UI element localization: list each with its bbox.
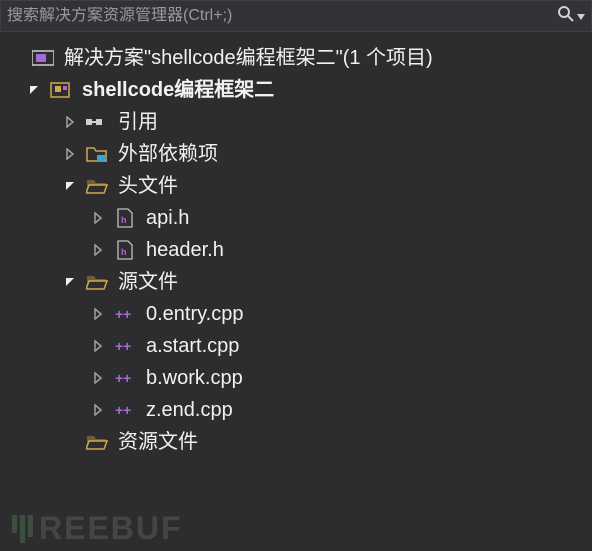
chevron-down-icon — [577, 7, 585, 25]
file-label: b.work.cpp — [146, 363, 243, 393]
headers-folder-node[interactable]: 头文件 — [4, 170, 588, 202]
expand-arrow-closed-icon[interactable] — [60, 112, 80, 132]
solution-node[interactable]: 解决方案"shellcode编程框架二"(1 个项目) — [4, 42, 588, 74]
references-node[interactable]: 引用 — [4, 106, 588, 138]
svg-text:++: ++ — [115, 402, 131, 418]
h-file-icon: h — [114, 239, 136, 261]
file-label: header.h — [146, 235, 224, 265]
file-label: z.end.cpp — [146, 395, 233, 425]
external-deps-label: 外部依赖项 — [118, 139, 218, 169]
folder-open-icon — [86, 175, 108, 197]
watermark-text: REEBUF — [39, 510, 183, 547]
search-button[interactable] — [557, 2, 585, 30]
resources-folder-node[interactable]: 资源文件 — [4, 426, 588, 458]
file-label: api.h — [146, 203, 189, 233]
project-node[interactable]: shellcode编程框架二 — [4, 74, 588, 106]
file-api-h[interactable]: h api.h — [4, 202, 588, 234]
file-header-h[interactable]: h header.h — [4, 234, 588, 266]
expand-arrow-closed-icon[interactable] — [88, 336, 108, 356]
svg-text:h: h — [121, 247, 127, 257]
external-deps-node[interactable]: 外部依赖项 — [4, 138, 588, 170]
cpp-file-icon: ++ — [114, 303, 136, 325]
svg-text:h: h — [121, 215, 127, 225]
file-label: 0.entry.cpp — [146, 299, 243, 329]
file-entry-cpp[interactable]: ++ 0.entry.cpp — [4, 298, 588, 330]
cpp-file-icon: ++ — [114, 335, 136, 357]
resources-folder-label: 资源文件 — [118, 427, 198, 457]
expand-arrow-closed-icon[interactable] — [88, 304, 108, 324]
svg-text:++: ++ — [115, 338, 131, 354]
folder-open-icon — [86, 431, 108, 453]
search-icon — [557, 5, 575, 28]
expand-arrow-closed-icon[interactable] — [88, 208, 108, 228]
sources-folder-label: 源文件 — [118, 267, 178, 297]
expand-arrow-closed-icon[interactable] — [60, 144, 80, 164]
references-icon — [86, 111, 108, 133]
svg-text:++: ++ — [115, 306, 131, 322]
headers-folder-label: 头文件 — [118, 171, 178, 201]
search-bar — [0, 0, 592, 32]
file-start-cpp[interactable]: ++ a.start.cpp — [4, 330, 588, 362]
h-file-icon: h — [114, 207, 136, 229]
solution-label: 解决方案"shellcode编程框架二"(1 个项目) — [64, 43, 433, 73]
expand-arrow-open-icon[interactable] — [24, 80, 44, 100]
svg-text:++: ++ — [115, 370, 131, 386]
project-icon — [50, 79, 72, 101]
solution-explorer-tree: 解决方案"shellcode编程框架二"(1 个项目) shellcode编程框… — [0, 32, 592, 468]
expand-arrow-open-icon[interactable] — [60, 176, 80, 196]
folder-external-icon — [86, 143, 108, 165]
file-label: a.start.cpp — [146, 331, 239, 361]
watermark-icon — [12, 515, 33, 543]
expand-arrow-open-icon[interactable] — [60, 272, 80, 292]
search-input[interactable] — [7, 7, 557, 25]
references-label: 引用 — [118, 107, 158, 137]
file-work-cpp[interactable]: ++ b.work.cpp — [4, 362, 588, 394]
cpp-file-icon: ++ — [114, 399, 136, 421]
sources-folder-node[interactable]: 源文件 — [4, 266, 588, 298]
expand-arrow-closed-icon[interactable] — [88, 368, 108, 388]
expand-arrow-closed-icon[interactable] — [88, 400, 108, 420]
folder-open-icon — [86, 271, 108, 293]
solution-icon — [32, 47, 54, 69]
watermark: REEBUF — [12, 510, 183, 547]
cpp-file-icon: ++ — [114, 367, 136, 389]
expand-arrow-closed-icon[interactable] — [88, 240, 108, 260]
file-end-cpp[interactable]: ++ z.end.cpp — [4, 394, 588, 426]
project-label: shellcode编程框架二 — [82, 75, 274, 105]
